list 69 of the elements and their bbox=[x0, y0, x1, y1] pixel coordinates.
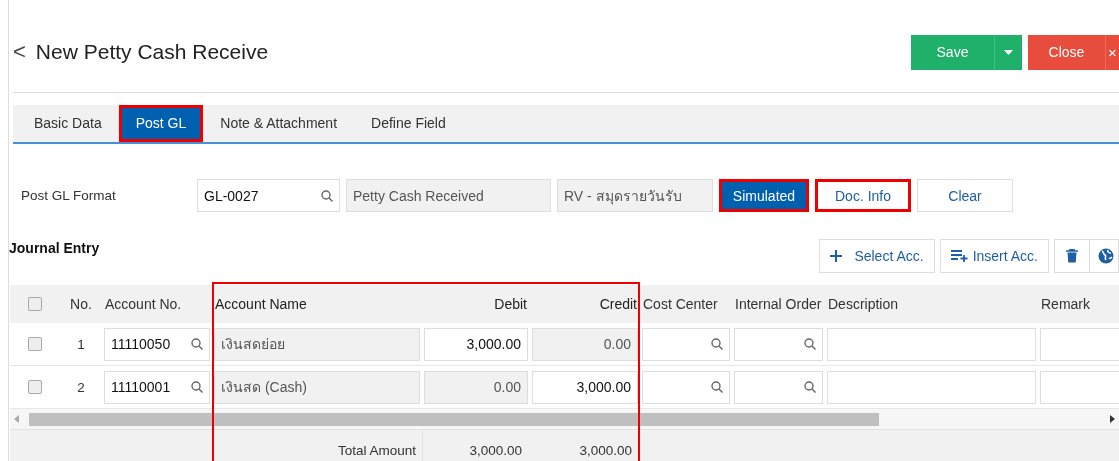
language-button[interactable] bbox=[1089, 239, 1119, 273]
globe-icon bbox=[1098, 248, 1114, 264]
tab[interactable]: Post GL bbox=[118, 105, 204, 142]
credit-field: 0.00 bbox=[532, 327, 638, 361]
insert-account-button[interactable]: Insert Acc. bbox=[939, 239, 1049, 273]
internal-order-field[interactable] bbox=[734, 370, 823, 404]
journal-type-field: RV - สมุดรายวันรับ bbox=[557, 179, 713, 212]
row-number: 2 bbox=[77, 379, 85, 395]
search-icon bbox=[321, 189, 333, 202]
remark-field[interactable] bbox=[1040, 370, 1119, 404]
plus-icon bbox=[830, 250, 843, 262]
description-field[interactable] bbox=[827, 327, 1036, 361]
caret-icon bbox=[1004, 49, 1013, 55]
cost-center-field[interactable] bbox=[642, 370, 730, 404]
total-debit: 3,000.00 bbox=[469, 442, 522, 458]
scroll-left-icon[interactable] bbox=[14, 415, 19, 423]
section-title: Journal Entry bbox=[9, 240, 100, 256]
column-header: Cost Center bbox=[643, 296, 718, 312]
search-icon bbox=[191, 338, 203, 350]
search-icon bbox=[804, 338, 816, 350]
cost-center-field[interactable] bbox=[642, 327, 730, 361]
remark-field[interactable] bbox=[1040, 327, 1119, 361]
credit-field[interactable]: 3,000.00 bbox=[532, 370, 638, 404]
select-account-button[interactable]: Select Acc. bbox=[819, 239, 935, 273]
list-plus-icon bbox=[950, 250, 969, 262]
row-checkbox[interactable] bbox=[28, 337, 42, 351]
account-no-field[interactable]: 11110001 bbox=[104, 370, 210, 404]
row-checkbox[interactable] bbox=[28, 380, 42, 394]
column-header: Description bbox=[828, 296, 899, 312]
back-button[interactable]: < bbox=[13, 39, 26, 65]
debit-field: 0.00 bbox=[424, 370, 528, 404]
search-icon bbox=[191, 381, 203, 393]
tab[interactable]: Define Field bbox=[354, 105, 463, 142]
column-header: Debit bbox=[494, 296, 527, 312]
delete-button[interactable] bbox=[1054, 239, 1090, 273]
column-header: Account No. bbox=[105, 296, 182, 312]
close-button[interactable]: Close bbox=[1028, 34, 1105, 70]
select-all-checkbox[interactable] bbox=[28, 297, 42, 311]
search-icon bbox=[711, 381, 723, 393]
action-button[interactable]: Clear bbox=[917, 179, 1013, 212]
row-number: 1 bbox=[77, 336, 85, 352]
field-label: Post GL Format bbox=[20, 188, 117, 203]
search-icon bbox=[804, 381, 816, 393]
debit-field[interactable]: 3,000.00 bbox=[424, 327, 528, 361]
total-credit: 3,000.00 bbox=[579, 442, 632, 458]
trash-icon bbox=[1066, 249, 1078, 263]
internal-order-field[interactable] bbox=[734, 327, 823, 361]
format-name-field: Petty Cash Received bbox=[346, 179, 551, 212]
tab[interactable]: Note & Attachment bbox=[203, 105, 355, 142]
column-header: Account Name bbox=[215, 296, 307, 312]
close-x-button[interactable]: × bbox=[1105, 34, 1119, 70]
scrollbar-thumb[interactable] bbox=[29, 412, 879, 426]
account-name-field: เงินสดย่อย bbox=[214, 327, 420, 361]
search-icon bbox=[711, 338, 723, 350]
column-header: Remark bbox=[1041, 296, 1090, 312]
total-label: Total Amount bbox=[337, 442, 416, 458]
description-field[interactable] bbox=[827, 370, 1036, 404]
scroll-right-icon[interactable] bbox=[1110, 415, 1115, 423]
format-code-field[interactable]: GL-0027 bbox=[197, 179, 340, 212]
simulate-button[interactable]: Simulated bbox=[719, 179, 809, 212]
column-header: No. bbox=[70, 296, 92, 312]
account-no-field[interactable]: 11110050 bbox=[104, 327, 210, 361]
column-header: Internal Order bbox=[735, 296, 822, 312]
tab[interactable]: Basic Data bbox=[17, 105, 119, 142]
account-name-field: เงินสด (Cash) bbox=[214, 370, 420, 404]
save-dropdown-button[interactable] bbox=[994, 34, 1022, 70]
column-header: Credit bbox=[599, 296, 637, 312]
page-title: New Petty Cash Receive bbox=[35, 40, 269, 64]
action-button[interactable]: Doc. Info bbox=[815, 179, 911, 212]
